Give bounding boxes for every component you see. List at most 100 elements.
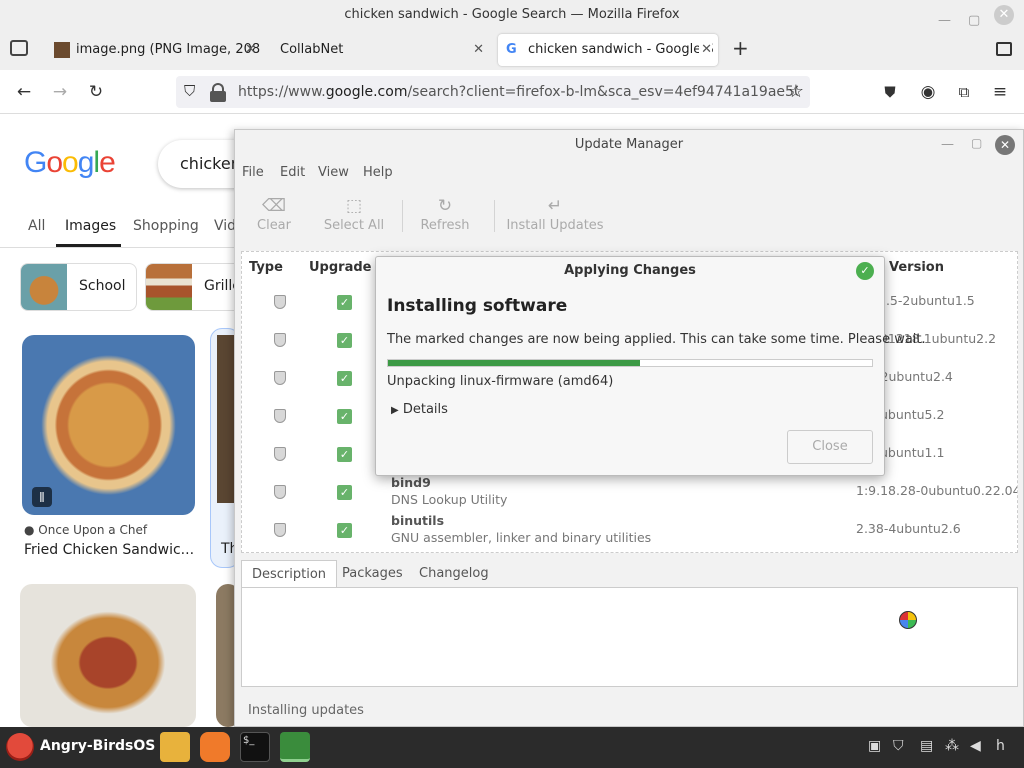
firefox-icon[interactable] [200,732,230,762]
refresh-button[interactable]: ↻ Refresh [400,194,490,233]
upgrade-checkbox[interactable]: ✓ [337,371,352,386]
result-title[interactable]: Fried Chicken Sandwic... [24,542,194,558]
close-tab-icon[interactable]: ✕ [473,34,484,66]
tab-description[interactable]: Description [241,560,338,588]
new-tab-icon[interactable]: + [732,36,749,60]
taskbar: Angry-BirdsOS $_ ▣ ⛉ ▤ ⁂ ◀ h [0,727,1024,768]
clear-button[interactable]: ⌫ Clear [229,194,319,233]
update-manager-icon[interactable] [280,732,310,762]
details-expander[interactable]: ▶ Details [391,402,448,417]
google-tab-images[interactable]: Images [65,218,116,234]
google-logo[interactable]: Google [24,146,116,180]
update-row[interactable]: ✓ bind9 DNS Lookup Utility 1:9.18.28-0ub… [242,473,1018,511]
close-button[interactable]: Close [787,430,873,464]
package-type-icon [274,371,286,385]
upgrade-checkbox[interactable]: ✓ [337,485,352,500]
dialog-title: Applying Changes [564,263,696,278]
version-text: 1:9.18.28-0ubuntu0.22.04. [856,483,1018,498]
busy-cursor-icon [899,611,917,629]
minimize-icon[interactable]: — [941,137,954,152]
close-tab-icon[interactable]: ✕ [699,34,712,66]
bookmark-star-icon[interactable]: ☆ [784,80,808,104]
description-area [241,587,1018,687]
tab-google-search[interactable]: G chicken sandwich - Google S ✕ [498,34,718,66]
column-type[interactable]: Type [249,260,283,275]
column-version[interactable]: Version [889,260,944,275]
reload-icon[interactable]: ↻ [84,80,108,104]
chip-grilled[interactable]: Grille [145,263,245,311]
close-window-icon[interactable]: ✕ [994,5,1014,25]
tab-packages[interactable]: Packages [332,560,413,588]
version-text: 7.5-2ubuntu1.5 [878,293,975,308]
result-source[interactable]: ● Once Upon a Chef [24,523,147,537]
extensions-icon[interactable]: ⧉ [952,80,976,104]
upgrade-checkbox[interactable]: ✓ [337,523,352,538]
column-upgrade[interactable]: Upgrade [309,260,371,275]
result-image-burger[interactable] [20,584,196,727]
back-icon[interactable]: ← [12,80,36,104]
close-tab-icon[interactable]: ✕ [245,34,256,66]
close-icon[interactable]: ✕ [995,135,1015,155]
tab-label: CollabNet [280,42,344,57]
url-bar[interactable]: ⛉ https://www.google.com/search?client=f… [176,76,810,108]
menu-file[interactable]: File [242,165,264,180]
chip-school[interactable]: School [20,263,137,311]
chip-thumbnail [21,264,67,310]
install-updates-button[interactable]: ↵ Install Updates [500,194,610,233]
update-row[interactable]: ✓ binutils GNU assembler, linker and bin… [242,511,1017,549]
menu-icon[interactable]: ≡ [988,80,1012,104]
status-text: Installing updates [248,703,364,718]
angry-bird-menu-icon[interactable] [6,733,34,761]
tab-strip: image.png (PNG Image, 208 ✕ CollabNet ✕ … [0,30,1024,70]
package-type-icon [274,295,286,309]
network-icon[interactable]: ⁂ [945,738,959,754]
version-text: 2.38-4ubuntu2.6 [856,521,961,536]
shield-tray-icon[interactable]: ⛉ [893,738,904,754]
account-icon[interactable]: ◉ [916,80,940,104]
forward-icon[interactable]: → [48,80,72,104]
volume-icon[interactable]: ◀ [970,738,981,754]
clock[interactable]: h [996,738,1005,754]
chip-label: School [79,278,126,294]
chip-thumbnail [146,264,192,310]
version-text: ubuntu1.1 [880,445,945,460]
tab-label: chicken sandwich - Google S [528,42,714,57]
firefox-view-icon[interactable] [10,40,28,56]
menu-help[interactable]: Help [363,165,393,180]
url-text: https://www.google.com/search?client=fir… [238,84,798,100]
maximize-icon[interactable]: ▢ [971,136,982,150]
expander-arrow-icon: ▶ [391,405,399,416]
select-all-button[interactable]: ⬚ Select All [309,194,399,233]
tracking-protection-icon[interactable]: ⛉ [184,82,195,100]
tab-collabnet[interactable]: CollabNet ✕ [272,34,490,66]
tab-changelog[interactable]: Changelog [409,560,499,588]
google-tab-all[interactable]: All [28,218,45,234]
pocket-icon[interactable]: ⛊ [878,80,902,104]
clipboard-icon[interactable]: ▣ [868,738,881,754]
upgrade-checkbox[interactable]: ✓ [337,409,352,424]
progress-status: Unpacking linux-firmware (amd64) [387,374,614,389]
package-type-icon [274,447,286,461]
google-tab-shopping[interactable]: Shopping [133,218,199,234]
dialog-heading: Installing software [387,296,568,316]
menu-edit[interactable]: Edit [280,165,305,180]
terminal-icon[interactable]: $_ [240,732,270,762]
progress-fill [388,360,640,366]
package-type-icon [274,485,286,499]
upgrade-checkbox[interactable]: ✓ [337,295,352,310]
package-description: DNS Lookup Utility [391,492,508,507]
menu-view[interactable]: View [318,165,349,180]
result-image-fried-chicken[interactable]: ǁ [22,335,195,515]
version-text: ubuntu5.2 [880,407,945,422]
toolbar-separator [494,200,495,232]
window-title: chicken sandwich - Google Search — Mozil… [344,7,680,22]
files-icon[interactable] [160,732,190,762]
tab-image-png[interactable]: image.png (PNG Image, 208 ✕ [46,34,262,66]
upgrade-checkbox[interactable]: ✓ [337,447,352,462]
menu-label[interactable]: Angry-BirdsOS [40,738,155,754]
list-all-tabs-icon[interactable] [996,42,1012,56]
upgrade-checkbox[interactable]: ✓ [337,333,352,348]
notes-icon[interactable]: ▤ [920,738,933,754]
check-icon[interactable]: ✓ [856,262,874,280]
progress-bar [387,359,873,367]
